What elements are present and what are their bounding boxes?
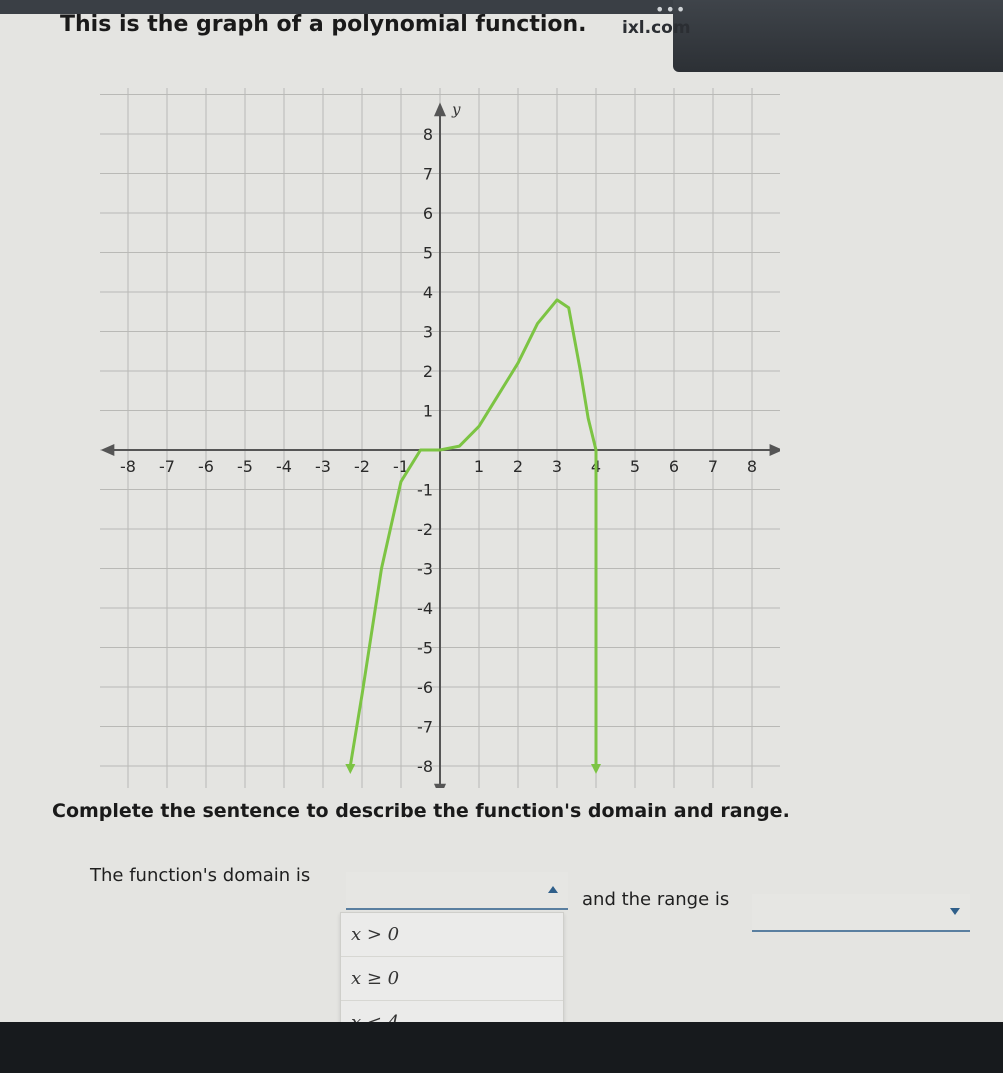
- curve-end-arrow-icon: [591, 764, 601, 774]
- y-tick-label: 4: [423, 283, 433, 302]
- y-tick-label: 1: [423, 402, 433, 421]
- y-tick-label: -7: [417, 718, 433, 737]
- x-tick-label: -6: [198, 457, 214, 476]
- y-tick-label: 6: [423, 204, 433, 223]
- y-tick-label: 5: [423, 244, 433, 263]
- curve-end-arrow-icon: [345, 764, 356, 774]
- x-tick-label: -2: [354, 457, 370, 476]
- y-tick-label: -2: [417, 520, 433, 539]
- domain-dropdown[interactable]: [346, 872, 568, 910]
- chevron-up-icon: [548, 886, 558, 893]
- axes: [100, 102, 780, 788]
- x-tick-label: 2: [513, 457, 523, 476]
- y-tick-label: -8: [417, 757, 433, 776]
- x-tick-label: -3: [315, 457, 331, 476]
- question-title: This is the graph of a polynomial functi…: [60, 12, 587, 37]
- x-tick-label: -5: [237, 457, 253, 476]
- browser-toolbar: [673, 0, 1003, 72]
- domain-option-1[interactable]: x > 0: [341, 913, 563, 957]
- range-dropdown[interactable]: [752, 894, 970, 932]
- polynomial-graph: xy-8-7-6-5-4-3-2-11234567887654321-1-2-3…: [100, 88, 780, 788]
- url-label: ixl.com: [622, 18, 691, 38]
- polynomial-curve: [348, 298, 598, 768]
- y-tick-label: -6: [417, 678, 433, 697]
- x-tick-label: -8: [120, 457, 136, 476]
- x-tick-label: 7: [708, 457, 718, 476]
- domain-option-2[interactable]: x ≥ 0: [341, 957, 563, 1001]
- x-tick-label: -7: [159, 457, 175, 476]
- x-axis-left-arrow-icon: [100, 444, 115, 456]
- x-tick-label: 8: [747, 457, 757, 476]
- x-tick-label: 1: [474, 457, 484, 476]
- y-axis-label: y: [451, 100, 461, 118]
- x-tick-label: 3: [552, 457, 562, 476]
- y-tick-label: 7: [423, 165, 433, 184]
- y-tick-label: -1: [417, 481, 433, 500]
- prompt-text: Complete the sentence to describe the fu…: [52, 800, 790, 822]
- y-tick-label: 3: [423, 323, 433, 342]
- bottom-bar: [0, 1022, 1003, 1073]
- y-tick-label: -3: [417, 560, 433, 579]
- y-axis-up-arrow-icon: [434, 102, 446, 117]
- y-tick-label: 2: [423, 362, 433, 381]
- x-axis-right-arrow-icon: [769, 444, 780, 456]
- x-tick-label: 6: [669, 457, 679, 476]
- x-tick-label: 5: [630, 457, 640, 476]
- chevron-down-icon: [950, 908, 960, 915]
- y-tick-label: -5: [417, 639, 433, 658]
- x-tick-label: -4: [276, 457, 292, 476]
- sentence-part2: and the range is: [582, 889, 730, 910]
- y-tick-label: -4: [417, 599, 433, 618]
- y-axis-down-arrow-icon: [434, 783, 446, 788]
- more-icon[interactable]: •••: [655, 0, 686, 19]
- y-tick-label: 8: [423, 125, 433, 144]
- tick-labels: xy-8-7-6-5-4-3-2-11234567887654321-1-2-3…: [120, 100, 757, 776]
- sentence-part1: The function's domain is: [90, 865, 311, 886]
